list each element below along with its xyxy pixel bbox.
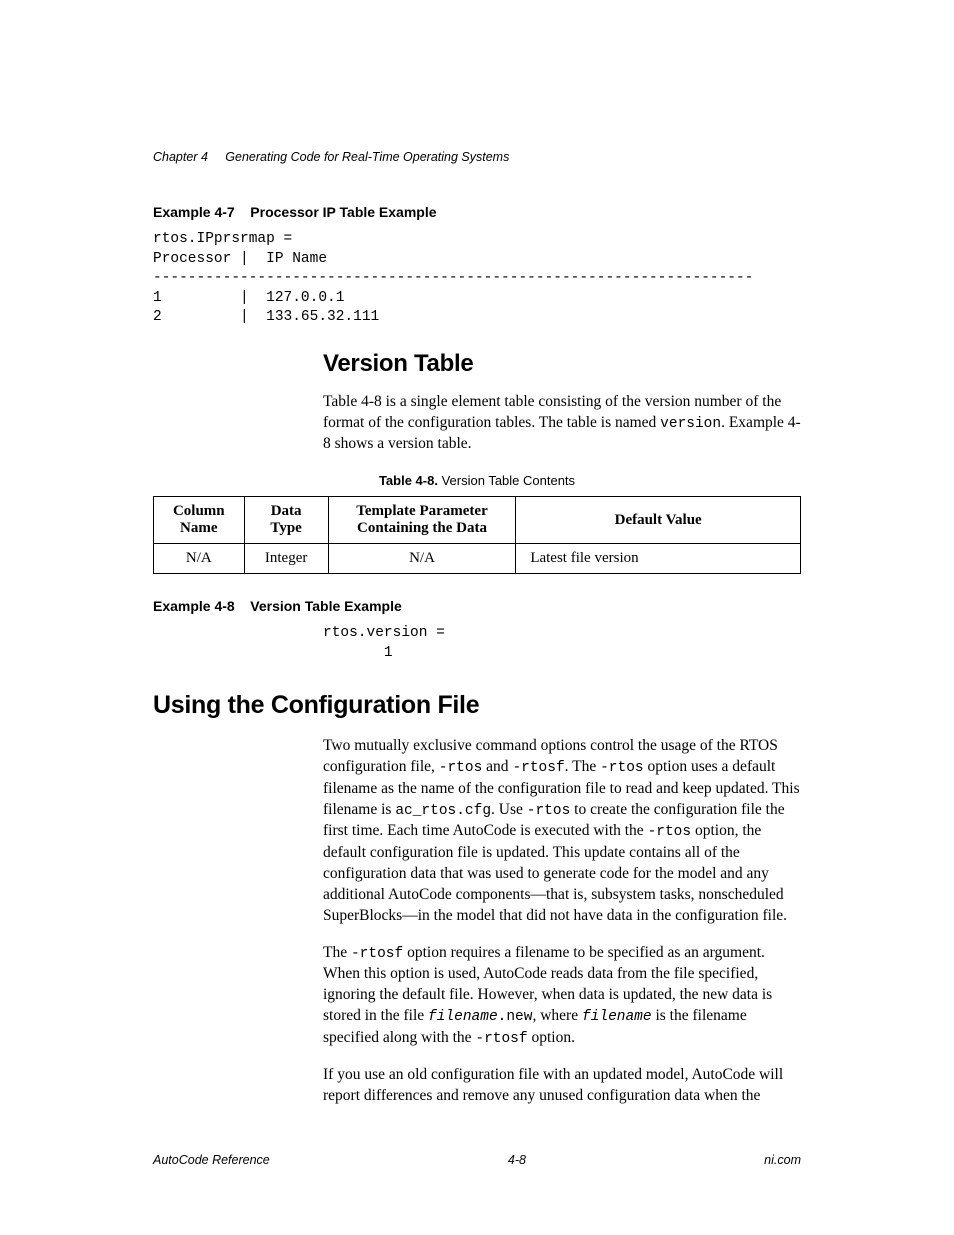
- example-4-8-code: rtos.version = 1: [323, 624, 801, 663]
- footer-left: AutoCode Reference: [153, 1153, 270, 1167]
- example-4-8-label: Example 4-8 Version Table Example: [153, 598, 801, 614]
- using-config-heading: Using the Configuration File: [153, 691, 801, 720]
- cell-template-param: N/A: [328, 544, 516, 574]
- table-4-8-caption: Table 4-8. Version Table Contents: [153, 473, 801, 488]
- config-paragraph-3: If you use an old configuration file wit…: [323, 1065, 801, 1107]
- version-table-paragraph: Table 4-8 is a single element table cons…: [323, 392, 801, 455]
- page-footer: AutoCode Reference 4-8 ni.com: [153, 1153, 801, 1167]
- cell-column-name: N/A: [154, 544, 245, 574]
- col-default-value: Default Value: [516, 497, 801, 544]
- cell-default-value: Latest file version: [516, 544, 801, 574]
- config-paragraph-1: Two mutually exclusive command options c…: [323, 736, 801, 926]
- footer-right: ni.com: [764, 1153, 801, 1167]
- col-template-param: Template ParameterContaining the Data: [328, 497, 516, 544]
- chapter-label: Chapter 4: [153, 150, 208, 164]
- version-table-heading: Version Table: [323, 350, 801, 378]
- example-4-7-label: Example 4-7 Processor IP Table Example: [153, 204, 801, 220]
- table-header-row: ColumnName DataType Template ParameterCo…: [154, 497, 801, 544]
- chapter-title: Generating Code for Real-Time Operating …: [225, 150, 509, 164]
- footer-center: 4-8: [508, 1153, 526, 1167]
- version-table: ColumnName DataType Template ParameterCo…: [153, 496, 801, 574]
- col-column-name: ColumnName: [154, 497, 245, 544]
- config-paragraph-2: The -rtosf option requires a filename to…: [323, 943, 801, 1050]
- cell-data-type: Integer: [244, 544, 328, 574]
- col-data-type: DataType: [244, 497, 328, 544]
- example-4-7-code: rtos.IPprsrmap = Processor | IP Name ---…: [153, 230, 801, 328]
- running-header: Chapter 4 Generating Code for Real-Time …: [153, 150, 801, 164]
- table-row: N/A Integer N/A Latest file version: [154, 544, 801, 574]
